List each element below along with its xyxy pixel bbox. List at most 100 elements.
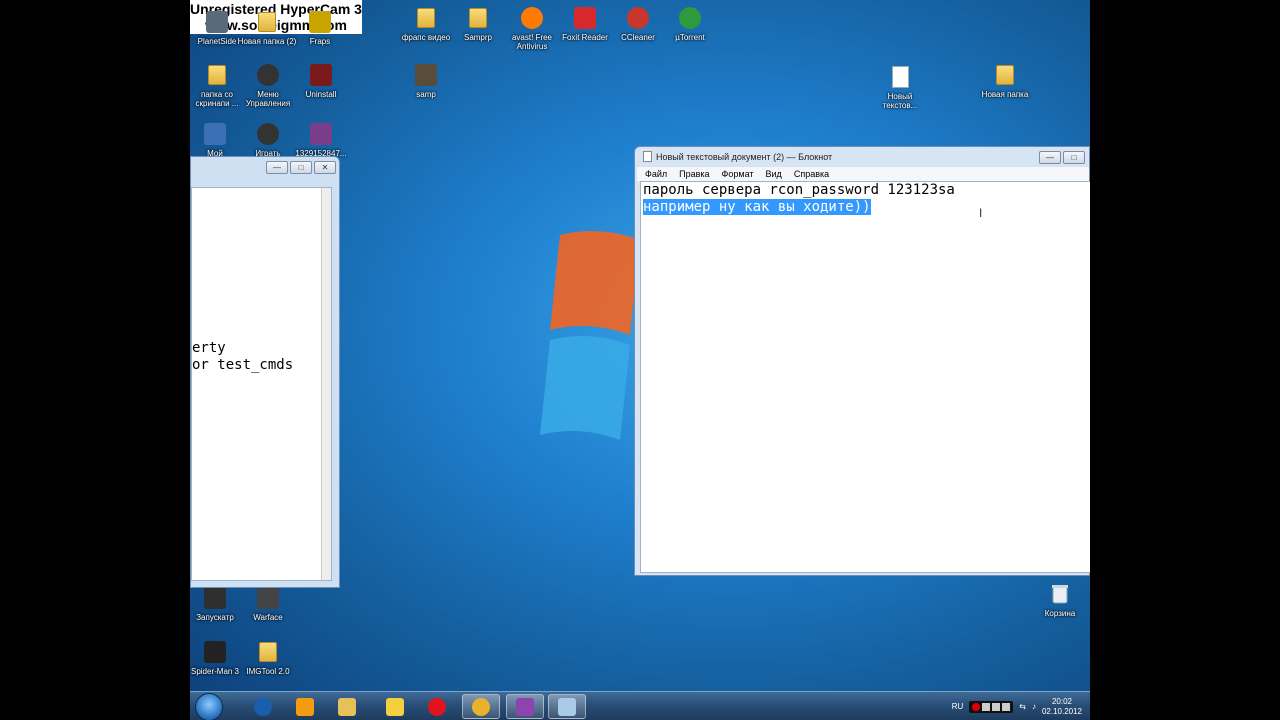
vertical-scrollbar[interactable] [321,188,331,580]
utorrent-icon [678,6,702,30]
spiderman-icon [203,640,227,664]
desktop[interactable]: Unregistered HyperCam 3 www.solveigmm.co… [190,0,1090,720]
window-content[interactable]: erty or test_cmds [191,187,332,581]
desktop-icon-label: µTorrent [675,33,705,42]
taskbar-item[interactable] [286,694,324,719]
desktop-icon-label: Новая папка (2) [237,37,297,46]
network-icon[interactable]: ⇆ [1019,702,1026,711]
desktop-icon-samprp[interactable]: Samprp [448,6,508,42]
foxit-icon [573,6,597,30]
clock-time: 20:02 [1051,696,1072,706]
desktop-icon-recycle-bin[interactable]: Корзина [1030,582,1090,618]
letterbox-left [0,0,190,720]
notepad-icon [643,151,652,162]
windows-logo-wallpaper [540,231,640,440]
desktop-icon-label: фрапс видео [401,33,451,42]
desktop-icon-label: IMGTool 2.0 [246,667,290,676]
text-editor[interactable]: пароль сервера rcon_password 123123sa нап… [640,181,1090,573]
app-icon [308,10,332,34]
desktop-icon-label: Fraps [309,37,331,46]
clock-date: 02.10.2012 [1041,706,1082,716]
explorer-icon [338,697,356,716]
desktop-icon-ccleaner[interactable]: CCleaner [608,6,668,42]
maximize-button[interactable]: □ [1063,151,1085,164]
samp-icon [414,63,438,87]
desktop-icon-imgtool[interactable]: IMGTool 2.0 [238,640,298,676]
folder-icon [205,63,229,87]
desktop-icon-utorrent[interactable]: µTorrent [660,6,720,42]
desktop-icon-play[interactable]: Играть [238,122,298,158]
text-document-icon [888,65,912,89]
app-icon [205,10,229,34]
window-text: erty or test_cmds [192,340,293,374]
window-controls: — □ ✕ [266,161,336,174]
notepad-window[interactable]: Новый текстовый документ (2) — Блокнот —… [634,146,1090,576]
desktop-icon-launcher[interactable]: Запускатр [190,586,245,622]
folder-icon [414,6,438,30]
language-indicator[interactable]: RU [952,702,964,711]
avast-icon [520,6,544,30]
desktop-icon-spiderman[interactable]: Spider-Man 3 [190,640,245,676]
desktop-icon-uninstall[interactable]: Uninstall [291,63,351,99]
taskbar-item[interactable] [328,694,366,719]
close-button[interactable]: ✕ [314,161,336,174]
desktop-icon-control-menu[interactable]: Меню Управления [238,63,298,108]
taskbar-item[interactable] [418,694,456,719]
desktop-icon-label: Foxit Reader [562,33,608,42]
menu-edit[interactable]: Правка [679,167,709,181]
menu-file[interactable]: Файл [645,167,667,181]
window-controls: — □ [1039,151,1085,164]
recycle-bin-icon [1048,582,1072,606]
desktop-icon-label: Uninstall [305,90,337,99]
menu-format[interactable]: Формат [722,167,754,181]
desktop-icon-label: Warface [253,613,283,622]
text-line: erty [192,340,226,356]
desktop-icon-new-folder[interactable]: Новая папка [975,63,1035,99]
menu-bar: Файл Правка Формат Вид Справка [637,167,1089,181]
system-tray: RU ⇆ ♪ 20:02 02.10.2012 [952,692,1090,720]
menu-help[interactable]: Справка [794,167,829,181]
minimize-button[interactable]: — [266,161,288,174]
desktop-icon-my-computer[interactable]: Мой [190,122,245,158]
desktop-icon-samp[interactable]: samp [396,63,456,99]
taskbar-item[interactable] [548,694,586,719]
minimize-button[interactable]: — [1039,151,1061,164]
taskbar-item[interactable] [376,694,414,719]
recorder-controls[interactable] [969,700,1014,713]
settings-icon[interactable] [1002,702,1011,711]
window-title: Новый текстовый документ (2) — Блокнот [656,151,833,162]
pause-icon[interactable] [982,702,991,711]
start-button[interactable] [195,693,223,720]
chrome-icon [472,697,490,716]
desktop-icon-warface[interactable]: Warface [238,586,298,622]
menu-view[interactable]: Вид [766,167,782,181]
taskbar-item[interactable] [462,694,500,719]
clock[interactable]: 20:02 02.10.2012 [1042,697,1082,717]
notepad-icon [558,697,576,716]
desktop-icon-label: Корзина [1044,609,1076,618]
volume-icon[interactable]: ♪ [1032,702,1036,711]
desktop-icon-new-folder-2[interactable]: Новая папка (2) [237,10,297,46]
desktop-icon-label: Новая папка [981,90,1029,99]
taskbar: RU ⇆ ♪ 20:02 02.10.2012 [190,691,1090,720]
text-cursor-icon: I [979,206,983,220]
desktop-icon-archive[interactable]: 1329152847... [291,122,351,158]
desktop-icon-foxit[interactable]: Foxit Reader [555,6,615,42]
background-window[interactable]: — □ ✕ erty or test_cmds [190,156,340,588]
computer-icon [203,122,227,146]
opera-alt-icon [254,697,272,716]
record-icon[interactable] [972,702,981,711]
taskbar-item[interactable] [506,694,544,719]
maximize-button[interactable]: □ [290,161,312,174]
uninstall-icon [309,63,333,87]
desktop-icon-fraps-video[interactable]: фрапс видео [396,6,456,42]
desktop-icon-new-text-doc[interactable]: Новый текстов... [870,65,930,110]
desktop-icon-fraps[interactable]: Fraps [290,10,350,46]
desktop-icon-avast[interactable]: avast! Free Antivirus [502,6,562,51]
app-icon [256,63,280,87]
folder-icon [993,63,1017,87]
desktop-icon-label: CCleaner [621,33,655,42]
taskbar-item[interactable] [244,694,282,719]
stop-icon[interactable] [992,702,1001,711]
desktop-icon-label: Меню Управления [245,90,291,108]
